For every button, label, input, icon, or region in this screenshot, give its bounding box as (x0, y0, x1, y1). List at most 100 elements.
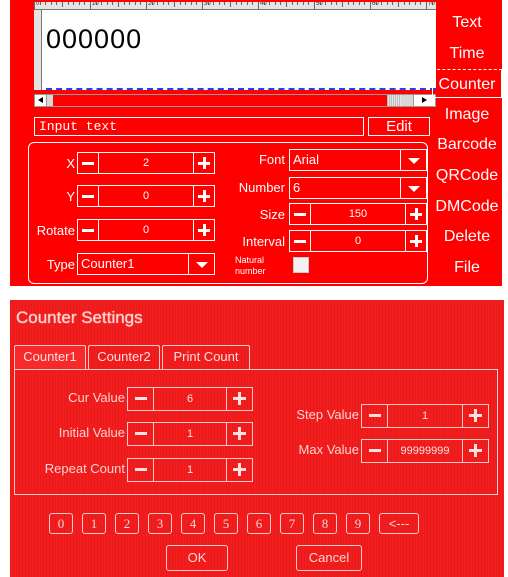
ok-button[interactable]: OK (166, 545, 228, 571)
key-9[interactable]: 9 (346, 513, 370, 534)
repeat-count: 1 (186, 464, 194, 476)
side-menu-file[interactable]: File (432, 253, 502, 282)
y-increment-button[interactable] (193, 185, 215, 207)
side-menu-delete[interactable]: Delete (432, 222, 502, 251)
ruler-tick (353, 2, 355, 5)
minus-icon[interactable] (128, 423, 154, 445)
repeat-count-stepper[interactable]: 1 (127, 458, 253, 482)
cur-value-stepper[interactable]: 6 (127, 387, 253, 411)
scroll-thumb[interactable] (387, 95, 401, 106)
ruler-number: 10 (92, 2, 99, 7)
ruler-tick (274, 2, 276, 5)
step-value-stepper[interactable]: 1 (361, 404, 489, 428)
key-4[interactable]: 4 (181, 513, 205, 534)
ruler-tick (50, 2, 52, 5)
horizontal-ruler: 0 10 20 30 40 50 60 70 (34, 2, 436, 10)
key-0[interactable]: 0 (49, 513, 73, 534)
side-menu-text[interactable]: Text (432, 8, 502, 37)
rotate-decrement-button[interactable] (77, 219, 99, 241)
interval-value: 0 (311, 230, 405, 252)
plus-icon[interactable] (226, 388, 252, 410)
edit-button[interactable]: Edit (368, 117, 430, 136)
object-type-menu: Text Time Counter Image Barcode QRCode DMCode D… (432, 0, 502, 286)
horizontal-scrollbar[interactable] (34, 94, 436, 107)
plus-icon-bar (203, 157, 206, 169)
max-value-label: Max Value (298, 442, 359, 457)
tab-print-count[interactable]: Print Count (162, 345, 250, 369)
backspace-key[interactable]: <--- (379, 513, 419, 534)
ruler-tick (347, 2, 349, 5)
x-increment-button[interactable] (193, 152, 215, 174)
tab-counter2[interactable]: Counter2 (88, 345, 160, 369)
minus-icon (82, 195, 94, 198)
tab-counter1[interactable]: Counter1 (14, 345, 86, 369)
minus-icon[interactable] (362, 405, 388, 427)
size-increment-button[interactable] (405, 203, 427, 225)
key-5[interactable]: 5 (214, 513, 238, 534)
ruler-tick (291, 2, 293, 5)
side-menu-image[interactable]: Image (432, 100, 502, 129)
chevron-down-icon[interactable] (188, 254, 214, 274)
interval-increment-button[interactable] (405, 230, 427, 252)
size-decrement-button[interactable] (289, 203, 311, 225)
ruler-tick (269, 2, 271, 5)
ruler-number: 20 (148, 2, 155, 7)
scroll-track[interactable] (53, 95, 389, 106)
key-6[interactable]: 6 (247, 513, 271, 534)
side-menu-counter[interactable]: Counter (432, 69, 502, 99)
side-menu-qrcode[interactable]: QRCode (432, 161, 502, 190)
max-value-stepper[interactable]: 99999999 (361, 439, 489, 463)
minus-icon[interactable] (128, 459, 154, 481)
label-canvas[interactable]: 000000 (42, 10, 436, 90)
rotate-value: 0 (99, 219, 193, 241)
plus-icon-bar (238, 392, 241, 405)
ruler-number: 30 (204, 2, 211, 7)
ruler-tick (218, 2, 220, 5)
key-2[interactable]: 2 (115, 513, 139, 534)
scroll-left-arrow-icon[interactable] (35, 95, 47, 106)
type-select[interactable]: Counter1 (77, 253, 215, 275)
side-menu-dmcode[interactable]: DMCode (432, 192, 502, 221)
ruler-tick (241, 2, 243, 5)
plus-icon-bar (238, 427, 241, 440)
ruler-tick (325, 2, 327, 5)
key-3[interactable]: 3 (148, 513, 172, 534)
ruler-tick (73, 2, 75, 5)
rotate-increment-button[interactable] (193, 219, 215, 241)
cur-value: 6 (186, 393, 194, 405)
ruler-number: 50 (316, 2, 323, 7)
natural-number-checkbox[interactable] (293, 257, 309, 273)
interval-decrement-button[interactable] (289, 230, 311, 252)
cancel-button[interactable]: Cancel (296, 545, 362, 571)
plus-icon[interactable] (226, 423, 252, 445)
chevron-down-icon[interactable] (400, 178, 426, 198)
ruler-tick (314, 2, 315, 9)
counter-object-text[interactable]: 000000 (46, 24, 142, 55)
ruler-tick (246, 2, 248, 5)
initial-value-stepper[interactable]: 1 (127, 422, 253, 446)
y-decrement-button[interactable] (77, 185, 99, 207)
plus-icon[interactable] (462, 440, 488, 462)
font-select[interactable]: Arial (289, 149, 427, 171)
ruler-tick (101, 2, 103, 5)
x-decrement-button[interactable] (77, 152, 99, 174)
key-1[interactable]: 1 (82, 513, 106, 534)
ruler-tick (381, 2, 383, 5)
chevron-down-icon[interactable] (400, 150, 426, 170)
key-7[interactable]: 7 (280, 513, 304, 534)
minus-icon[interactable] (128, 388, 154, 410)
number-select[interactable]: 6 (289, 177, 427, 199)
key-8[interactable]: 8 (313, 513, 337, 534)
ruler-tick (56, 2, 58, 5)
interval-label: Interval (242, 234, 285, 249)
ruler-tick (62, 2, 63, 7)
side-menu-time[interactable]: Time (432, 39, 502, 68)
side-menu-barcode[interactable]: Barcode (432, 130, 502, 159)
plus-icon[interactable] (462, 405, 488, 427)
initial-value-label: Initial Value (58, 425, 125, 440)
ruler-number: 40 (260, 2, 267, 7)
text-input-field[interactable]: Input text (34, 117, 364, 136)
minus-icon[interactable] (362, 440, 388, 462)
ruler-tick (330, 2, 332, 5)
plus-icon[interactable] (226, 459, 252, 481)
